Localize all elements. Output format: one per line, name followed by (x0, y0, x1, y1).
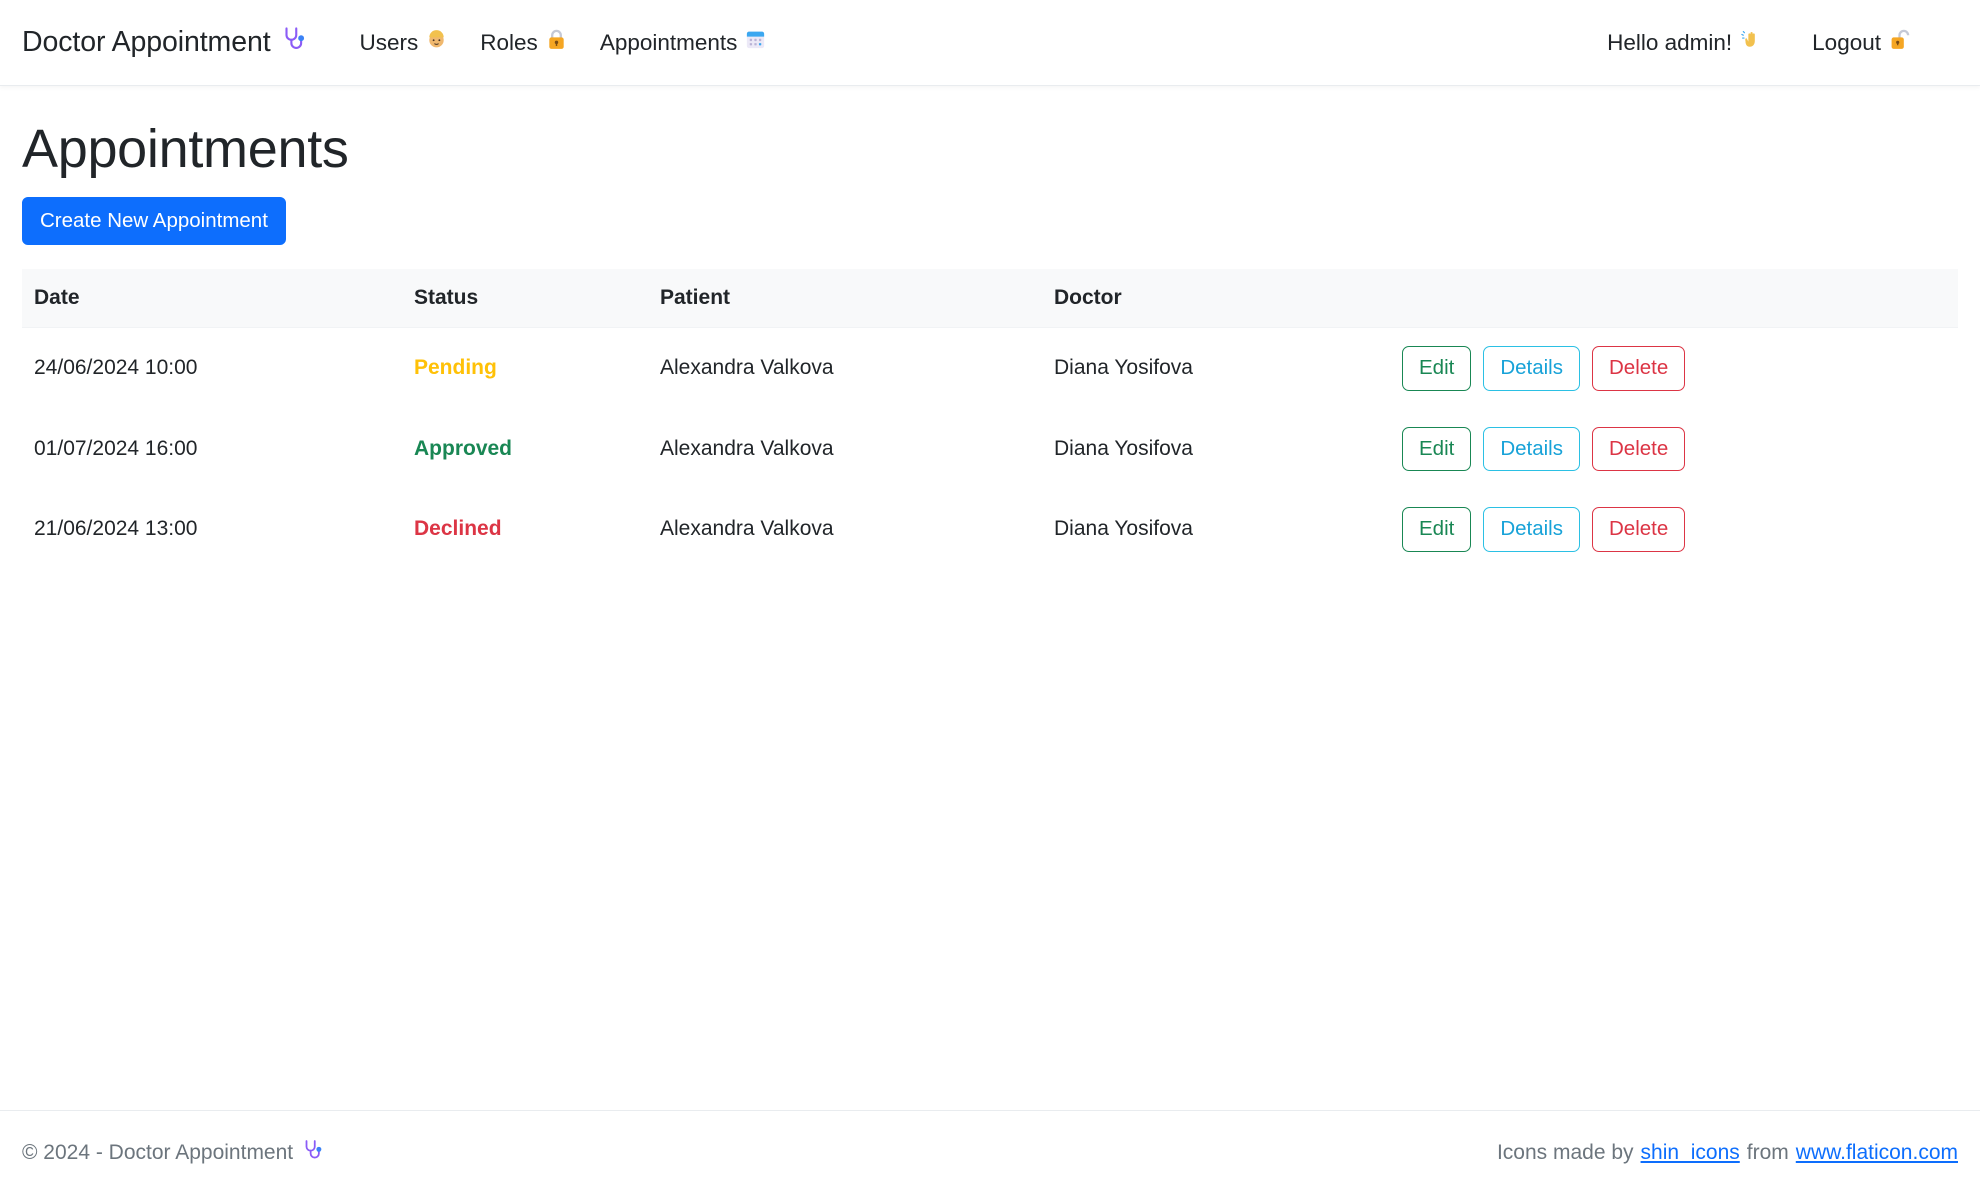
table-head: Date Status Patient Doctor (22, 268, 1958, 328)
nav-item-roles[interactable]: Roles (464, 28, 584, 57)
edit-button[interactable]: Edit (1402, 345, 1472, 391)
edit-button[interactable]: Edit (1402, 507, 1472, 552)
row-actions: Edit Details Delete (1374, 426, 1946, 472)
brand-label: Doctor Appointment (22, 26, 271, 58)
nav-item-appointments[interactable]: Appointments (584, 28, 784, 57)
row-actions: Edit Details Delete (1374, 507, 1946, 552)
table-row: 24/06/2024 10:00 Pending Alexandra Valko… (22, 327, 1958, 408)
waving-hand-icon (1739, 28, 1762, 57)
footer-credit-prefix: Icons made by (1496, 1140, 1634, 1164)
calendar-icon (744, 28, 767, 57)
table-row: 21/06/2024 13:00 Declined Alexandra Valk… (22, 489, 1958, 570)
details-button[interactable]: Details (1483, 507, 1580, 552)
cell-patient: Alexandra Valkova (660, 436, 834, 460)
cell-status: Pending (402, 327, 648, 408)
navbar: Doctor Appointment Users Roles Appointme… (0, 0, 1980, 86)
nav-item-users-label: Users (359, 29, 419, 55)
cell-patient: Alexandra Valkova (660, 356, 834, 380)
cell-status: Declined (402, 489, 648, 570)
nav-item-roles-label: Roles (480, 29, 538, 55)
column-header-actions (1362, 268, 1958, 328)
nav-item-appointments-label: Appointments (599, 29, 738, 55)
logout-link[interactable]: Logout (1787, 28, 1936, 57)
table-body: 24/06/2024 10:00 Pending Alexandra Valko… (22, 327, 1958, 569)
shin-icons-link[interactable]: shin_icons (1641, 1141, 1740, 1165)
person-icon (425, 28, 448, 57)
footer: © 2024 - Doctor Appointment Icons made b… (0, 1110, 1980, 1194)
nav-item-users[interactable]: Users (344, 28, 465, 57)
delete-button[interactable]: Delete (1592, 507, 1686, 552)
main-content: Appointments Create New Appointment Date… (0, 119, 1980, 570)
greeting: Hello admin! (1582, 28, 1787, 57)
user-nav: Hello admin! Logout (1582, 28, 1958, 57)
brand-link[interactable]: Doctor Appointment (22, 26, 306, 60)
column-header-date: Date (22, 268, 402, 328)
flaticon-link[interactable]: www.flaticon.com (1796, 1141, 1958, 1165)
status-badge: Pending (414, 356, 497, 380)
footer-copyright: © 2024 - Doctor Appointment (22, 1139, 323, 1167)
delete-button[interactable]: Delete (1592, 426, 1686, 472)
delete-button[interactable]: Delete (1592, 345, 1686, 391)
cell-actions: Edit Details Delete (1362, 409, 1958, 490)
status-badge: Approved (414, 436, 513, 460)
stethoscope-icon (280, 26, 306, 60)
status-badge: Declined (414, 517, 502, 541)
details-button[interactable]: Details (1483, 345, 1580, 391)
cell-actions: Edit Details Delete (1362, 489, 1958, 570)
cell-status: Approved (402, 409, 648, 490)
column-header-patient: Patient (648, 268, 1042, 328)
primary-nav: Users Roles Appointments (344, 28, 784, 57)
cell-doctor: Diana Yosifova (1054, 356, 1193, 380)
greeting-label: Hello admin! (1607, 29, 1733, 55)
footer-copyright-label: © 2024 - Doctor Appointment (22, 1140, 294, 1164)
cell-date: 24/06/2024 10:00 (34, 356, 198, 380)
cell-doctor: Diana Yosifova (1054, 517, 1193, 541)
cell-date: 01/07/2024 16:00 (34, 436, 198, 460)
row-actions: Edit Details Delete (1374, 345, 1946, 391)
edit-button[interactable]: Edit (1402, 426, 1472, 472)
table-header-row: Date Status Patient Doctor (22, 268, 1958, 328)
table-row: 01/07/2024 16:00 Approved Alexandra Valk… (22, 409, 1958, 490)
column-header-status: Status (402, 268, 648, 328)
appointments-table: Date Status Patient Doctor 24/06/2024 10… (22, 268, 1958, 570)
page-title: Appointments (22, 119, 349, 179)
footer-credit-middle: from (1746, 1140, 1789, 1164)
logout-label: Logout (1812, 29, 1881, 55)
cell-date: 21/06/2024 13:00 (34, 517, 198, 541)
lock-icon (545, 28, 568, 57)
cell-doctor: Diana Yosifova (1054, 436, 1193, 460)
details-button[interactable]: Details (1483, 426, 1580, 472)
footer-credit: Icons made by shin_icons from www.flatic… (1497, 1141, 1958, 1165)
cell-patient: Alexandra Valkova (660, 517, 834, 541)
column-header-doctor: Doctor (1042, 268, 1362, 328)
unlocked-padlock-icon (1888, 28, 1911, 57)
create-new-appointment-button[interactable]: Create New Appointment (22, 197, 286, 245)
cell-actions: Edit Details Delete (1362, 327, 1958, 408)
stethoscope-icon (301, 1139, 323, 1167)
